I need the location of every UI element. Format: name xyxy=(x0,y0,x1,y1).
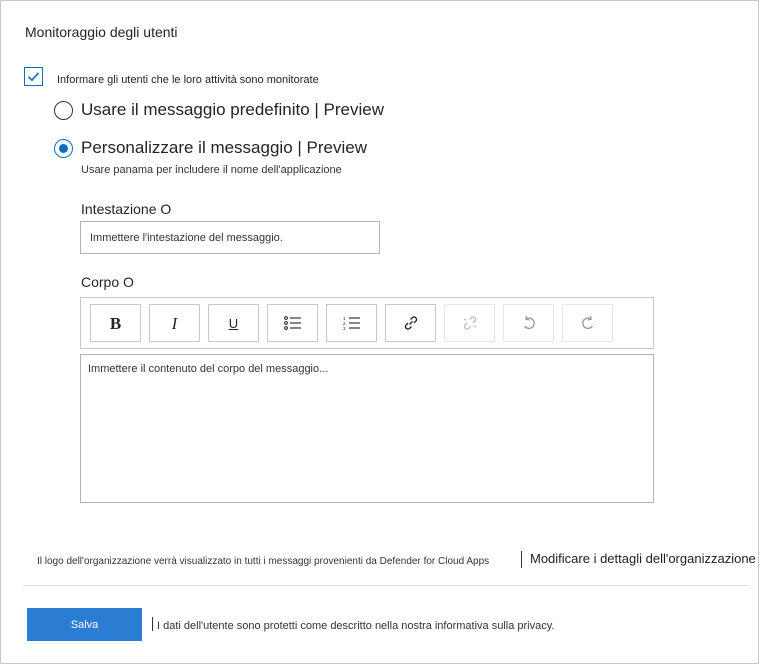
header-field-label: Intestazione O xyxy=(81,201,172,217)
link-button[interactable] xyxy=(385,304,436,342)
option-label: Usare il messaggio predefinito xyxy=(81,100,310,119)
preview-tag: Preview xyxy=(323,100,385,119)
notify-users-label: Informare gli utenti che le loro attivit… xyxy=(57,74,319,86)
edit-org-details-link[interactable]: Modificare i dettagli dell'organizzazion… xyxy=(530,551,756,566)
link-icon xyxy=(404,316,417,330)
undo-icon xyxy=(523,315,535,330)
header-input[interactable] xyxy=(80,221,380,254)
radio-selected-dot xyxy=(59,144,68,153)
redo-button[interactable] xyxy=(562,304,613,342)
body-editor[interactable] xyxy=(80,354,654,503)
italic-icon: I xyxy=(171,313,178,333)
rich-text-toolbar: B I U 1 2 3 xyxy=(80,297,654,349)
redo-icon xyxy=(581,315,593,330)
underline-icon: U xyxy=(228,315,239,331)
radio-custom-message-label[interactable]: Personalizzare il messaggio | Preview xyxy=(81,138,367,158)
notify-users-checkbox[interactable] xyxy=(24,67,43,86)
svg-text:3: 3 xyxy=(343,326,346,330)
separator xyxy=(152,617,153,631)
numbered-list-icon: 1 2 3 xyxy=(343,316,360,330)
bulleted-list-button[interactable] xyxy=(267,304,318,342)
option-label: Personalizzare il messaggio xyxy=(81,138,293,157)
radio-custom-message[interactable] xyxy=(54,139,73,158)
checkmark-icon xyxy=(27,72,40,82)
unlink-icon xyxy=(463,316,476,330)
logo-note: Il logo dell'organizzazione verrà visual… xyxy=(37,556,490,567)
bold-button[interactable]: B xyxy=(90,304,141,342)
save-button[interactable]: Salva xyxy=(27,608,142,641)
section-title: Monitoraggio degli utenti xyxy=(25,24,178,40)
undo-button[interactable] xyxy=(503,304,554,342)
bulleted-list-icon xyxy=(283,316,301,330)
bold-icon: B xyxy=(109,313,122,333)
underline-button[interactable]: U xyxy=(208,304,259,342)
radio-default-message[interactable] xyxy=(54,101,73,120)
custom-message-hint: Usare panama per includere il nome dell'… xyxy=(81,164,342,176)
privacy-note: I dati dell'utente sono protetti come de… xyxy=(157,620,555,632)
unlink-button[interactable] xyxy=(444,304,495,342)
italic-button[interactable]: I xyxy=(149,304,200,342)
numbered-list-button[interactable]: 1 2 3 xyxy=(326,304,377,342)
radio-default-message-label[interactable]: Usare il messaggio predefinito | Preview xyxy=(81,100,384,120)
separator xyxy=(521,551,522,568)
body-field-label: Corpo O xyxy=(81,274,134,290)
preview-tag: Preview xyxy=(306,138,367,157)
divider xyxy=(23,585,750,586)
